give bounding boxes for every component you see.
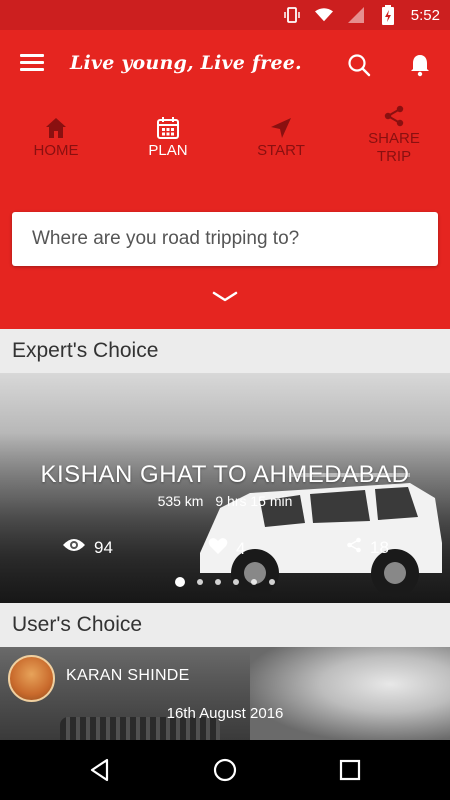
chevron-down-icon[interactable]	[212, 290, 238, 304]
calendar-icon	[156, 116, 180, 140]
card-background	[250, 647, 450, 740]
back-icon[interactable]	[87, 757, 113, 783]
carousel-dot[interactable]	[215, 579, 221, 585]
tab-plan-label: PLAN	[148, 142, 188, 159]
tab-start[interactable]: START	[225, 104, 337, 176]
home-icon	[44, 116, 68, 140]
heart-icon	[208, 537, 228, 560]
destination-search-input[interactable]: Where are you road tripping to?	[12, 212, 438, 266]
brand-logo: Live young, Live free.	[70, 52, 302, 74]
tab-start-label: START	[257, 142, 305, 159]
signal-icon	[347, 6, 365, 24]
notification-bell-icon[interactable]	[408, 52, 432, 78]
tab-share-trip[interactable]: SHARE TRIP	[338, 104, 450, 176]
status-bar: 5:52	[0, 0, 450, 30]
likes-count: 4	[236, 538, 246, 558]
vibrate-icon	[283, 6, 301, 24]
recents-square-icon[interactable]	[337, 757, 363, 783]
tab-home-label: HOME	[33, 142, 79, 159]
share-small-icon	[346, 537, 362, 558]
wifi-icon	[314, 6, 333, 24]
eye-icon	[62, 537, 86, 558]
user-name: KARAN SHINDE	[66, 667, 190, 684]
carousel-dot[interactable]	[175, 577, 185, 587]
suv-image	[200, 473, 442, 597]
tab-bar: HOME PLAN START SHARE TRIP	[0, 104, 450, 249]
views-stat: 94	[62, 537, 113, 558]
section-title-user: User's Choice	[0, 603, 450, 647]
carousel-dot[interactable]	[233, 579, 239, 585]
carousel-dot[interactable]	[197, 579, 203, 585]
tab-share-label-line1: SHARE	[368, 130, 420, 147]
tab-plan[interactable]: PLAN	[112, 104, 224, 176]
carousel-indicator	[0, 577, 450, 587]
likes-stat[interactable]: 4	[208, 537, 245, 560]
share-icon	[382, 104, 406, 128]
system-navigation-bar	[0, 740, 450, 800]
avatar[interactable]	[8, 655, 55, 702]
battery-charging-icon	[379, 5, 397, 25]
carousel-dot[interactable]	[251, 579, 257, 585]
trip-distance: 535 km	[157, 493, 204, 509]
app-header: Live young, Live free. HOME PLAN START S…	[0, 30, 450, 329]
toolbar: Live young, Live free.	[0, 30, 450, 98]
section-title-expert: Expert's Choice	[0, 329, 450, 373]
trip-meta: 535 km 9 hrs 15 min	[0, 493, 450, 509]
shares-stat[interactable]: 18	[346, 537, 389, 558]
carousel-dot[interactable]	[269, 579, 275, 585]
trip-duration: 9 hrs 15 min	[215, 493, 293, 509]
views-count: 94	[94, 537, 113, 557]
search-icon[interactable]	[346, 52, 372, 78]
user-trip-card[interactable]: KARAN SHINDE 16th August 2016	[0, 647, 450, 740]
tab-home[interactable]: HOME	[0, 104, 112, 176]
shares-count: 18	[370, 537, 389, 557]
trip-date: 16th August 2016	[166, 705, 284, 722]
clock: 5:52	[410, 6, 440, 24]
home-circle-icon[interactable]	[212, 757, 238, 783]
tab-share-label-line2: TRIP	[376, 148, 412, 165]
menu-icon[interactable]	[20, 54, 50, 76]
navigation-arrow-icon	[269, 116, 293, 140]
trip-route-title: KISHAN GHAT TO AHMEDABAD	[40, 461, 410, 488]
expert-trip-card[interactable]: KISHAN GHAT TO AHMEDABAD 535 km 9 hrs 15…	[0, 373, 450, 603]
